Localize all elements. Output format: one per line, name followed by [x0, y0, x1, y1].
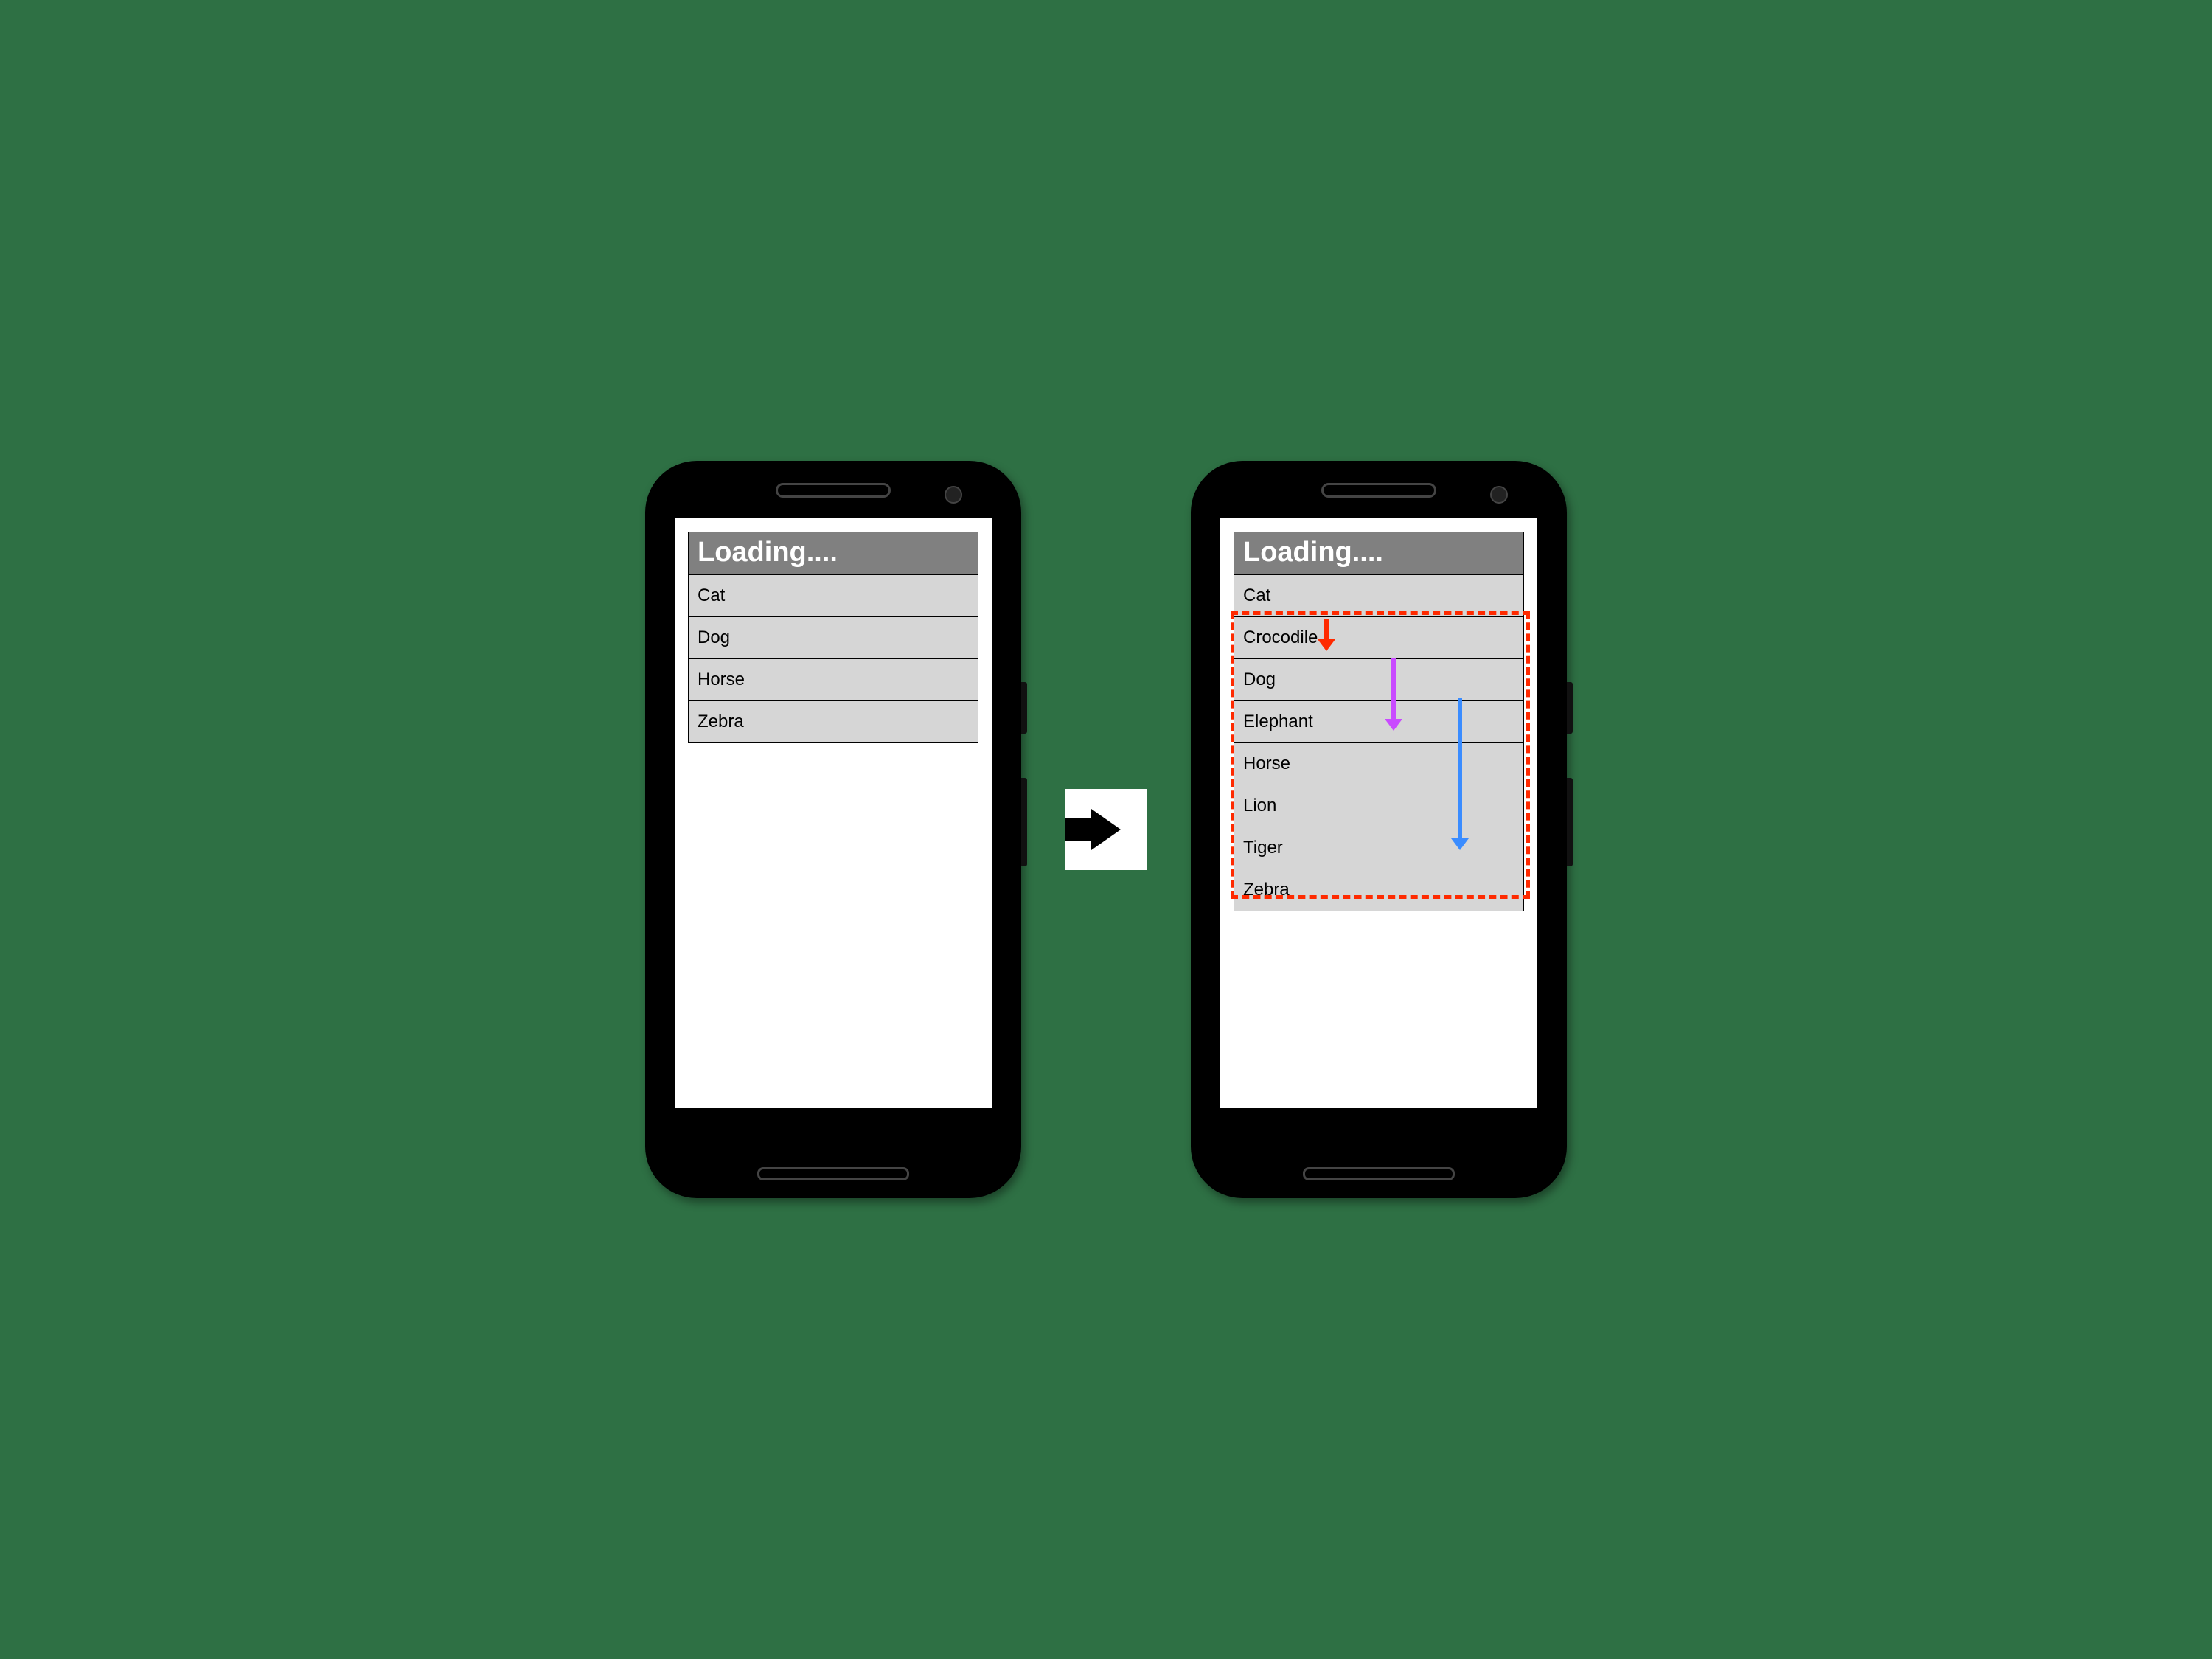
phone-speaker-bottom [1303, 1167, 1455, 1180]
phone-camera [945, 486, 962, 504]
list-item[interactable]: Elephant [1234, 701, 1524, 743]
phone-camera [1490, 486, 1508, 504]
phone-side-button [1021, 682, 1027, 734]
list-item[interactable]: Cat [688, 575, 978, 617]
list-item[interactable]: Crocodile [1234, 617, 1524, 659]
transition-indicator [1065, 789, 1147, 870]
app-after: Loading.... CatCrocodileDogElephantHorse… [1220, 518, 1537, 925]
phone-after: Loading.... CatCrocodileDogElephantHorse… [1191, 461, 1567, 1198]
list-item[interactable]: Horse [1234, 743, 1524, 785]
phone-speaker-top [1321, 483, 1436, 498]
app-before: Loading.... CatDogHorseZebra [675, 518, 992, 757]
arrow-right-icon [1091, 809, 1121, 850]
list-before: CatDogHorseZebra [688, 575, 978, 743]
list-item[interactable]: Dog [688, 617, 978, 659]
list-item[interactable]: Cat [1234, 575, 1524, 617]
list-item[interactable]: Dog [1234, 659, 1524, 701]
list-item[interactable]: Lion [1234, 785, 1524, 827]
phone-side-button [1567, 682, 1573, 734]
phone-screen: Loading.... CatCrocodileDogElephantHorse… [1220, 518, 1537, 1108]
list-item[interactable]: Tiger [1234, 827, 1524, 869]
phone-speaker-top [776, 483, 891, 498]
list-item[interactable]: Zebra [688, 701, 978, 743]
list-item[interactable]: Zebra [1234, 869, 1524, 911]
app-header: Loading.... [688, 532, 978, 575]
list-after: CatCrocodileDogElephantHorseLionTigerZeb… [1234, 575, 1524, 911]
list-item[interactable]: Horse [688, 659, 978, 701]
phone-side-button [1021, 778, 1027, 866]
phone-screen: Loading.... CatDogHorseZebra [675, 518, 992, 1108]
phone-before: Loading.... CatDogHorseZebra [645, 461, 1021, 1198]
phone-side-button [1567, 778, 1573, 866]
phone-speaker-bottom [757, 1167, 909, 1180]
app-header: Loading.... [1234, 532, 1524, 575]
